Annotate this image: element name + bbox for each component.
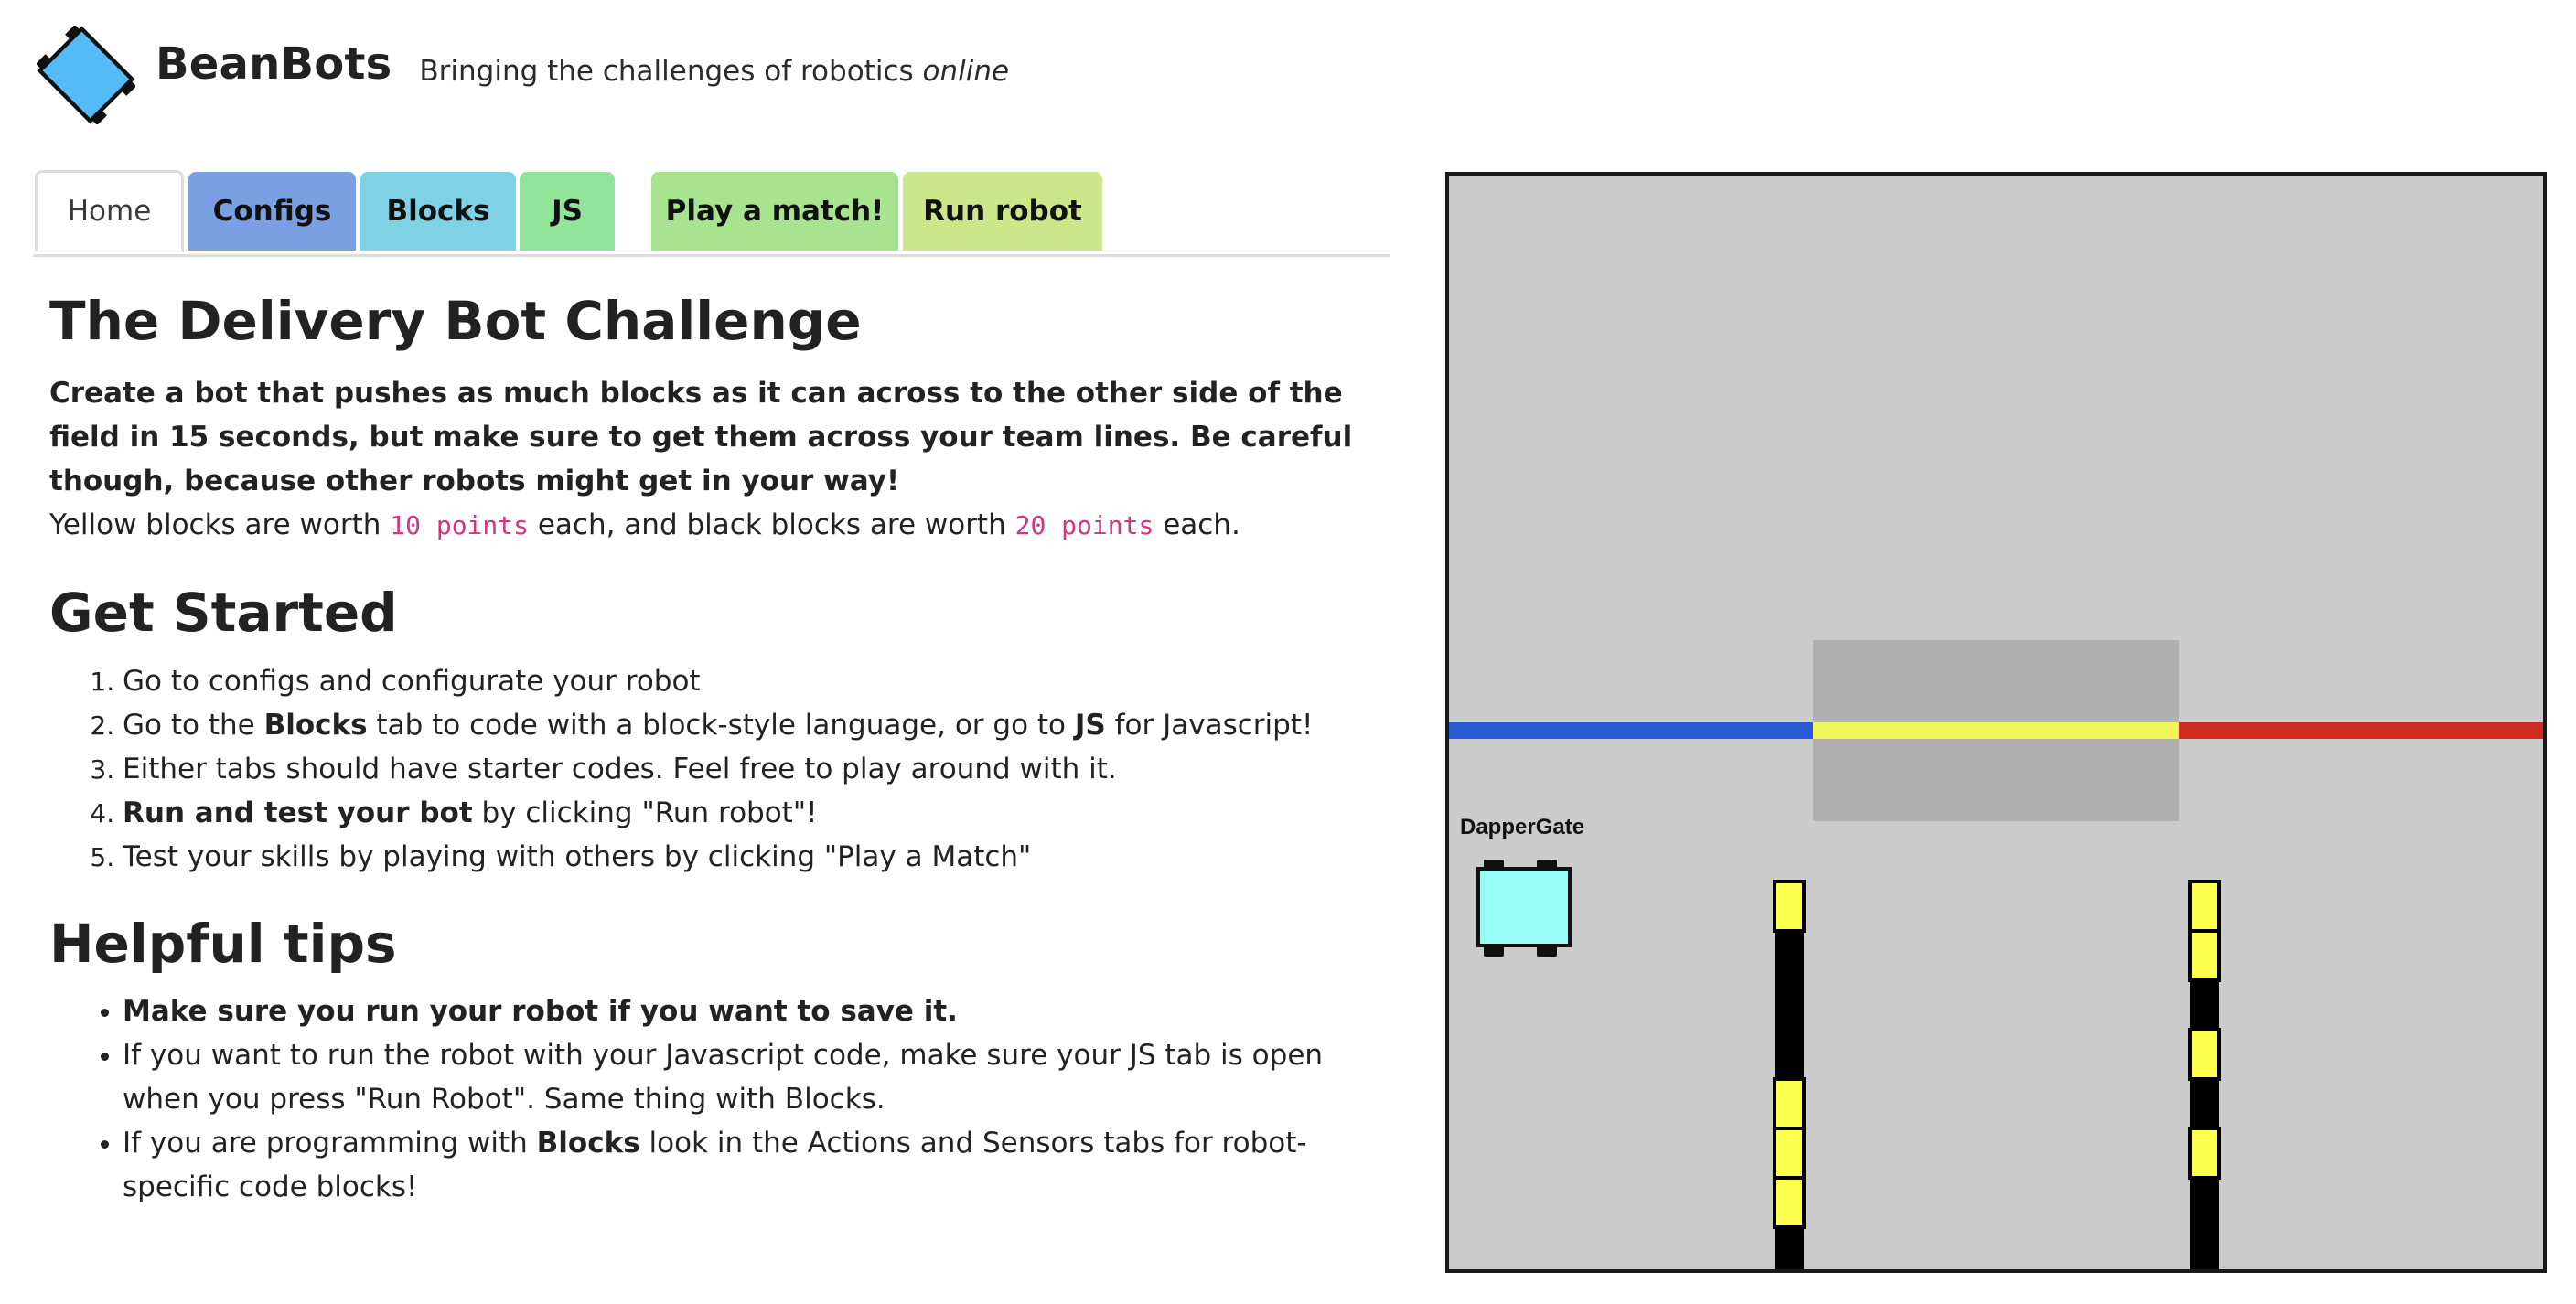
- list-item: Go to the Blocks tab to code with a bloc…: [123, 703, 1394, 747]
- step-2-js: JS: [1074, 708, 1106, 742]
- yellow-block[interactable]: [2188, 880, 2221, 933]
- brand-name[interactable]: BeanBots: [156, 38, 392, 90]
- yellow-block[interactable]: [1773, 1176, 1806, 1229]
- list-item: Go to configs and configurate your robot: [123, 659, 1394, 703]
- tab-blocks-label: Blocks: [386, 195, 490, 228]
- field-canvas: DapperGate: [1449, 176, 2543, 1269]
- tab-play-match-label: Play a match!: [665, 195, 885, 228]
- blue-team-line: [1449, 722, 1813, 739]
- tagline: Bringing the challenges of robotics onli…: [419, 55, 1009, 88]
- challenge-intro: Create a bot that pushes as much blocks …: [49, 376, 1353, 497]
- get-started-list: Go to configs and configurate your robot…: [49, 659, 1394, 879]
- yellow-block[interactable]: [1773, 1127, 1806, 1180]
- list-item: If you want to run the robot with your J…: [123, 1033, 1394, 1121]
- list-item: Either tabs should have starter codes. F…: [123, 747, 1394, 791]
- points-text-1: Yellow blocks are worth: [49, 508, 381, 541]
- black-points-code: 20 points: [1014, 509, 1154, 540]
- list-item: If you are programming with Blocks look …: [123, 1121, 1394, 1209]
- block-column-right: [2188, 880, 2221, 1269]
- step-2-blocks: Blocks: [263, 708, 368, 742]
- points-text-3: each.: [1163, 508, 1240, 541]
- step-3-text: Either tabs should have starter codes. F…: [123, 752, 1117, 786]
- step-5-text: Test your skills by playing with others …: [123, 839, 1032, 873]
- home-content: The Delivery Bot Challenge Create a bot …: [49, 290, 1394, 1209]
- tab-home[interactable]: Home: [35, 170, 184, 252]
- tab-run-robot[interactable]: Run robot: [903, 172, 1102, 251]
- step-2-mid: tab to code with a block-style language,…: [376, 708, 1067, 742]
- yellow-block[interactable]: [1773, 880, 1806, 933]
- tab-bar: Home Configs Blocks JS Play a match! Run…: [33, 170, 1390, 257]
- tab-configs-label: Configs: [212, 195, 332, 228]
- list-item: Test your skills by playing with others …: [123, 835, 1394, 879]
- tab-js-label: JS: [552, 195, 583, 228]
- robot-body: [1476, 867, 1572, 947]
- challenge-title: The Delivery Bot Challenge: [49, 290, 862, 352]
- robot[interactable]: [1476, 860, 1572, 957]
- game-field[interactable]: DapperGate: [1445, 172, 2547, 1273]
- tip-3-blocks: Blocks: [536, 1127, 640, 1160]
- tip-2-text: If you want to run the robot with your J…: [123, 1039, 1324, 1117]
- tab-run-robot-label: Run robot: [923, 195, 1082, 228]
- tab-home-label: Home: [67, 195, 152, 228]
- yellow-points-code: 10 points: [390, 509, 529, 540]
- tip-1-bold: Make sure you run your robot if you want…: [123, 995, 958, 1029]
- helpful-tips-title: Helpful tips: [49, 912, 397, 975]
- list-item: Make sure you run your robot if you want…: [123, 989, 1394, 1033]
- step-1-text: Go to configs and configurate your robot: [123, 664, 701, 698]
- get-started-title: Get Started: [49, 581, 398, 644]
- tab-blocks[interactable]: Blocks: [360, 172, 516, 251]
- yellow-team-line: [1813, 722, 2179, 739]
- yellow-block[interactable]: [2188, 1028, 2221, 1081]
- site-header: BeanBots Bringing the challenges of robo…: [37, 26, 1009, 124]
- tab-configs[interactable]: Configs: [188, 172, 356, 251]
- points-description: Yellow blocks are worth 10 points each, …: [49, 503, 1394, 548]
- step-4-rest: by clicking "Run robot"!: [481, 796, 818, 829]
- points-text-2: each, and black blocks are worth: [537, 508, 1006, 541]
- helpful-tips-list: Make sure you run your robot if you want…: [49, 989, 1394, 1209]
- step-4-bold: Run and test your bot: [123, 796, 473, 829]
- step-2-post: for Javascript!: [1114, 708, 1314, 742]
- tagline-emphasis: online: [922, 55, 1010, 88]
- tagline-text: Bringing the challenges of robotics: [419, 55, 914, 88]
- yellow-block[interactable]: [2188, 1127, 2221, 1180]
- robot-logo-icon: [37, 26, 135, 124]
- yellow-block[interactable]: [2188, 929, 2221, 982]
- tab-play-match[interactable]: Play a match!: [651, 172, 898, 251]
- robot-name-label: DapperGate: [1460, 815, 1584, 839]
- app-root: BeanBots Bringing the challenges of robo…: [0, 0, 2576, 1304]
- list-item: Run and test your bot by clicking "Run r…: [123, 791, 1394, 835]
- tip-3-pre: If you are programming with: [123, 1127, 528, 1160]
- block-column-left: [1773, 880, 1806, 1269]
- yellow-block[interactable]: [1773, 1077, 1806, 1130]
- red-team-line: [2179, 722, 2543, 739]
- step-2-pre: Go to the: [123, 708, 255, 742]
- tab-js[interactable]: JS: [520, 172, 615, 251]
